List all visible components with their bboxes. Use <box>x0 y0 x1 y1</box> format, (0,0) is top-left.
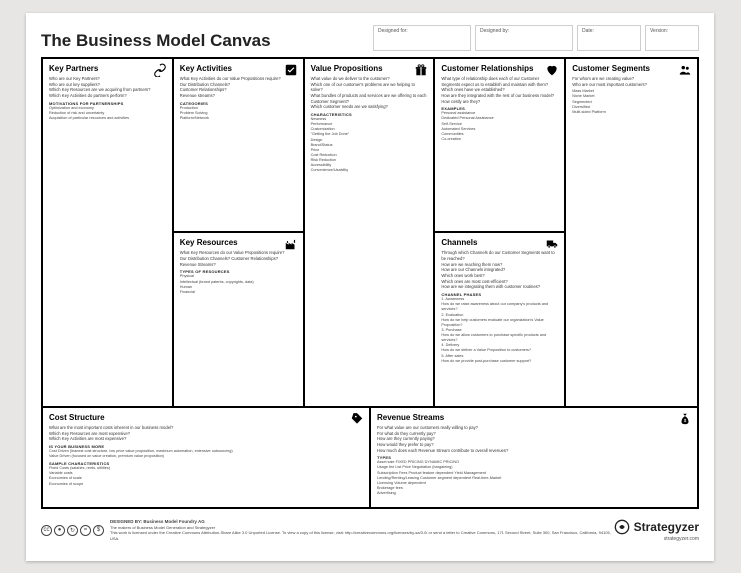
header: The Business Model Canvas Designed for: … <box>41 25 699 51</box>
cell-title: Customer Relationships <box>441 64 558 73</box>
gift-icon <box>414 63 428 77</box>
brand-name: Strategyzer <box>634 520 699 534</box>
top-row: Key Partners Who are our Key Partners? W… <box>43 59 697 406</box>
cell-cost-structure: Cost Structure What are the most importa… <box>43 408 371 507</box>
by-icon: ● <box>54 525 65 536</box>
cell-list: Newness Performance Customization "Getti… <box>311 117 428 173</box>
cell-list: Physical Intellectual (brand patents, co… <box>180 274 297 295</box>
field-version[interactable]: Version: <box>645 25 699 51</box>
page-title: The Business Model Canvas <box>41 25 271 51</box>
cell-channels: Channels Through which Channels do our C… <box>435 233 564 405</box>
field-date[interactable]: Date: <box>577 25 641 51</box>
cell-key-activities: Key Activities What Key Activities do ou… <box>174 59 303 233</box>
cell-prompt: What Key Activities do our Value Proposi… <box>180 76 297 99</box>
col-key-partners: Key Partners Who are our Key Partners? W… <box>43 59 174 406</box>
cell-title: Value Propositions <box>311 64 428 73</box>
canvas-grid: Key Partners Who are our Key Partners? W… <box>41 57 699 509</box>
cell-title: Revenue Streams <box>377 413 691 422</box>
strategyzer-mark-icon <box>614 519 630 535</box>
credit-designed-by: DESIGNED BY: Business Model Foundry AG <box>110 519 205 524</box>
cell-title: Cost Structure <box>49 413 363 422</box>
svg-text:$: $ <box>684 418 687 423</box>
heart-icon <box>545 63 559 77</box>
cell-customer-segments: Customer Segments For whom are we creati… <box>566 59 697 406</box>
cell-list: Personal assistance Dedicated Personal A… <box>441 111 558 142</box>
footer: cc ● ↻ = $ DESIGNED BY: Business Model F… <box>41 515 699 545</box>
cell-prompt: Who are our Key Partners? Who are our ke… <box>49 76 166 99</box>
cell-prompt: For what value are our customers really … <box>377 425 691 453</box>
moneybag-icon: $ <box>678 412 692 426</box>
cell-prompt: Through which Channels do our Customer S… <box>441 250 558 290</box>
col-relationships-channels: Customer Relationships What type of rela… <box>435 59 566 406</box>
cell-list: 1. Awareness How do we raise awareness a… <box>441 297 558 364</box>
cell-customer-relationships: Customer Relationships What type of rela… <box>435 59 564 233</box>
brand: Strategyzer strategyzer.com <box>614 519 699 542</box>
cell-prompt: What value do we deliver to the customer… <box>311 76 428 110</box>
canvas-sheet: The Business Model Canvas Designed for: … <box>26 13 714 561</box>
cc-badges: cc ● ↻ = $ <box>41 525 104 536</box>
sa-icon: ↻ <box>67 525 78 536</box>
credit-license: This work is licensed under the Creative… <box>110 530 611 540</box>
cell-title: Customer Segments <box>572 64 691 73</box>
checkbox-icon <box>284 63 298 77</box>
cell-title: Key Partners <box>49 64 166 73</box>
col-activities-resources: Key Activities What Key Activities do ou… <box>174 59 305 406</box>
factory-icon <box>284 237 298 251</box>
cell-list: Cost Driven (leanest cost structure, low… <box>49 449 363 459</box>
cell-revenue-streams: Revenue Streams $ For what value are our… <box>371 408 697 507</box>
brand-url: strategyzer.com <box>664 536 699 542</box>
cell-value-propositions: Value Propositions What value do we deli… <box>305 59 434 406</box>
nd-icon: = <box>80 525 91 536</box>
cell-list: Mass Market Niche Market Segmented Diver… <box>572 89 691 115</box>
nc-icon: $ <box>93 525 104 536</box>
cell-list: Asset sale FIXED PRICING DYNAMIC PRICING… <box>377 460 691 496</box>
cell-title: Channels <box>441 238 558 247</box>
link-icon <box>153 63 167 77</box>
cell-title: Key Activities <box>180 64 297 73</box>
meta-fields: Designed for: Designed by: Date: Version… <box>373 25 699 51</box>
field-designed-by[interactable]: Designed by: <box>475 25 573 51</box>
truck-icon <box>545 237 559 251</box>
cell-list: Production Problem Solving Platform/Netw… <box>180 106 297 121</box>
cc-icon: cc <box>41 525 52 536</box>
tag-icon <box>350 412 364 426</box>
col-value-prop: Value Propositions What value do we deli… <box>305 59 436 406</box>
cell-prompt: What type of relationship does each of o… <box>441 76 558 104</box>
cell-list: Fixed Costs (salaries, rents, utilities)… <box>49 466 363 487</box>
credit-text: DESIGNED BY: Business Model Foundry AG T… <box>110 519 614 540</box>
people-icon <box>678 63 692 77</box>
cell-title: Key Resources <box>180 238 297 247</box>
bottom-row: Cost Structure What are the most importa… <box>43 406 697 507</box>
brand-logo: Strategyzer <box>614 519 699 535</box>
cell-prompt: What Key Resources do our Value Proposit… <box>180 250 297 267</box>
cell-list: Optimization and economy Reduction of ri… <box>49 106 166 121</box>
cell-key-resources: Key Resources What Key Resources do our … <box>174 233 303 405</box>
cell-prompt: For whom are we creating value? Who are … <box>572 76 691 87</box>
col-customer-segments: Customer Segments For whom are we creati… <box>566 59 697 406</box>
cell-prompt: What are the most important costs inhere… <box>49 425 363 442</box>
cell-key-partners: Key Partners Who are our Key Partners? W… <box>43 59 172 406</box>
field-designed-for[interactable]: Designed for: <box>373 25 471 51</box>
